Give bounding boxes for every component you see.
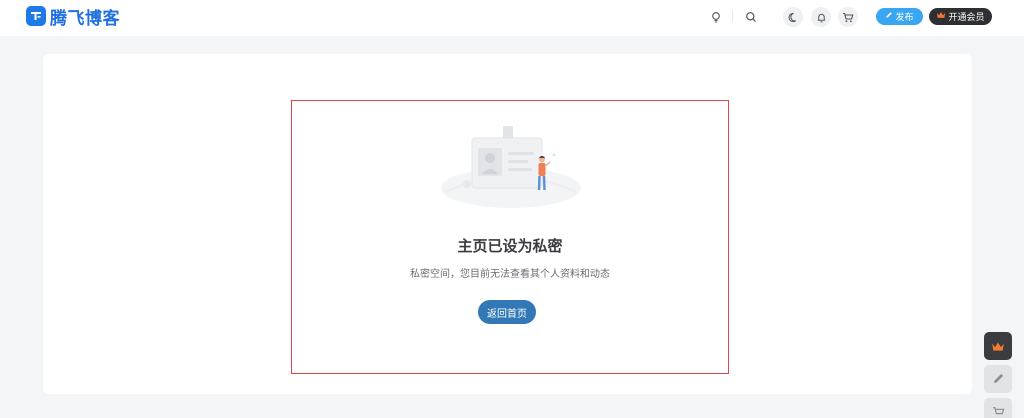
moon-icon[interactable] <box>783 7 803 27</box>
float-vip-button[interactable] <box>984 332 1012 360</box>
back-home-button[interactable]: 返回首页 <box>478 300 536 324</box>
logo-text: 腾飞博客 <box>50 8 120 29</box>
crown-icon <box>936 11 946 22</box>
site-logo[interactable]: 腾飞博客 <box>26 5 120 29</box>
header-divider <box>732 10 733 22</box>
search-icon[interactable] <box>741 7 761 27</box>
bell-icon[interactable] <box>811 7 831 27</box>
crown-icon <box>991 337 1005 356</box>
top-header: 腾飞博客 发布 开通会员 <box>0 0 1024 36</box>
publish-button-label: 发布 <box>895 13 914 23</box>
cart-icon <box>992 403 1005 418</box>
lightbulb-icon[interactable] <box>706 7 726 27</box>
page-subtitle: 私密空间，您目前无法查看其个人资料和动态 <box>410 269 610 280</box>
cart-icon[interactable] <box>838 7 858 27</box>
pencil-icon <box>992 370 1005 389</box>
float-cart-button[interactable] <box>984 398 1012 418</box>
publish-button[interactable]: 发布 <box>876 8 923 25</box>
page-title: 主页已设为私密 <box>457 237 563 255</box>
pencil-icon <box>885 11 893 22</box>
vip-button[interactable]: 开通会员 <box>929 8 992 25</box>
logo-mark-icon <box>26 6 46 26</box>
vip-button-label: 开通会员 <box>948 13 985 23</box>
float-write-button[interactable] <box>984 365 1012 393</box>
